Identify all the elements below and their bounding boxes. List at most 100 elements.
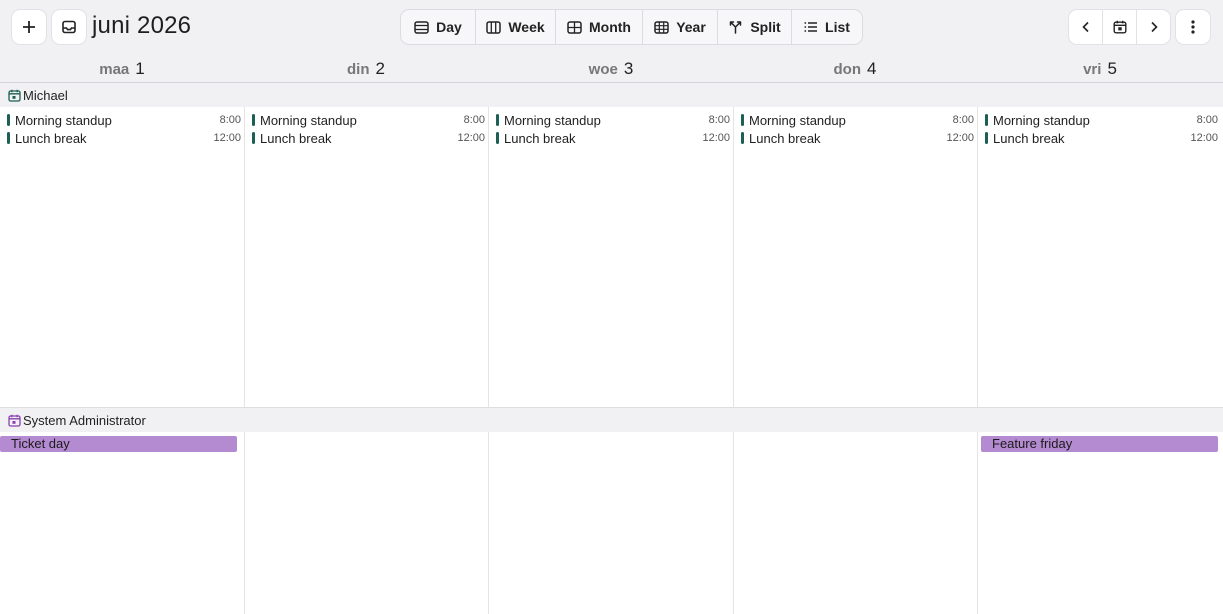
tab-day[interactable]: Day <box>401 10 476 44</box>
event-time: 12:00 <box>213 132 241 144</box>
day-column[interactable] <box>978 107 1223 407</box>
calendar-body: Ticket day Feature friday <box>0 432 1223 614</box>
event-time: 8:00 <box>952 114 974 126</box>
event-item[interactable]: Lunch break 12:00 <box>252 130 485 146</box>
event-color-bar <box>741 114 744 126</box>
event-time: 12:00 <box>946 132 974 144</box>
calendar-header: Michael <box>0 83 1223 107</box>
event-title: Morning standup <box>260 112 357 128</box>
day-header[interactable]: woe 3 <box>489 59 733 79</box>
day-number: 4 <box>867 59 877 78</box>
day-column[interactable] <box>245 107 489 407</box>
event-title: Lunch break <box>993 130 1065 146</box>
add-event-button[interactable] <box>12 10 46 44</box>
tab-year[interactable]: Year <box>643 10 718 44</box>
event-title: Lunch break <box>15 130 87 146</box>
inbox-icon <box>62 20 76 34</box>
event-color-bar <box>496 132 499 144</box>
event-time: 8:00 <box>463 114 485 126</box>
event-item[interactable]: Morning standup 8:00 <box>496 112 730 128</box>
calendar-icon <box>8 414 21 427</box>
event-item[interactable]: Lunch break 12:00 <box>7 130 241 146</box>
day-column[interactable] <box>489 107 734 407</box>
split-view-icon <box>730 21 742 34</box>
calendar-name: Michael <box>23 87 68 103</box>
tab-split[interactable]: Split <box>718 10 792 44</box>
day-number: 2 <box>375 59 385 78</box>
day-number: 3 <box>623 59 634 78</box>
list-view-icon <box>804 22 818 32</box>
day-column[interactable] <box>0 107 245 407</box>
week-view-icon <box>486 20 502 34</box>
event-item[interactable]: Morning standup 8:00 <box>252 112 485 128</box>
event-color-bar <box>252 114 255 126</box>
next-button[interactable] <box>1137 10 1170 44</box>
event-title: Lunch break <box>749 130 821 146</box>
more-options-button[interactable] <box>1176 10 1210 44</box>
day-header[interactable]: vri 5 <box>978 59 1222 79</box>
weekday-label: maa <box>99 61 130 78</box>
event-time: 8:00 <box>219 114 241 126</box>
tab-week[interactable]: Week <box>476 10 556 44</box>
today-button[interactable] <box>1103 10 1137 44</box>
event-title: Lunch break <box>504 130 576 146</box>
tab-split-label: Split <box>750 19 781 35</box>
event-color-bar <box>741 132 744 144</box>
tab-list[interactable]: List <box>792 10 862 44</box>
day-header[interactable]: din 2 <box>244 59 488 79</box>
day-column[interactable] <box>245 432 489 614</box>
calendar-name: System Administrator <box>23 412 146 428</box>
previous-button[interactable] <box>1069 10 1103 44</box>
tab-month-label: Month <box>589 19 631 35</box>
event-item[interactable]: Morning standup 8:00 <box>7 112 241 128</box>
date-navigation <box>1069 10 1170 44</box>
day-column[interactable] <box>734 107 978 407</box>
tab-day-label: Day <box>436 19 462 35</box>
event-time: 8:00 <box>708 114 730 126</box>
day-number: 1 <box>135 59 145 78</box>
event-time: 12:00 <box>1190 132 1218 144</box>
calendar-icon <box>8 89 21 102</box>
view-switcher: Day Week Month Year Split List <box>401 10 862 44</box>
day-view-icon <box>414 20 429 34</box>
day-column[interactable] <box>489 432 734 614</box>
month-view-icon <box>567 20 582 34</box>
calendar-header: System Administrator <box>0 408 1223 432</box>
day-header[interactable]: don 4 <box>733 59 977 79</box>
event-color-bar <box>985 114 988 126</box>
allday-event[interactable]: Ticket day <box>0 436 237 452</box>
tab-month[interactable]: Month <box>556 10 643 44</box>
event-color-bar <box>7 114 10 126</box>
event-item[interactable]: Lunch break 12:00 <box>741 130 974 146</box>
event-item[interactable]: Lunch break 12:00 <box>496 130 730 146</box>
inbox-button[interactable] <box>52 10 86 44</box>
weekday-label: din <box>347 61 370 78</box>
event-time: 12:00 <box>457 132 485 144</box>
tab-list-label: List <box>825 19 850 35</box>
calendar-today-icon <box>1113 20 1127 34</box>
day-number: 5 <box>1107 59 1117 78</box>
calendar-body: Morning standup 8:00 Lunch break 12:00 Mor… <box>0 107 1223 407</box>
day-header[interactable]: maa 1 <box>0 59 244 79</box>
event-time: 12:00 <box>702 132 730 144</box>
event-item[interactable]: Lunch break 12:00 <box>985 130 1218 146</box>
allday-event[interactable]: Feature friday <box>981 436 1218 452</box>
event-color-bar <box>7 132 10 144</box>
event-item[interactable]: Morning standup 8:00 <box>985 112 1218 128</box>
day-column[interactable] <box>978 432 1223 614</box>
chevron-right-icon <box>1150 21 1158 33</box>
event-item[interactable]: Morning standup 8:00 <box>741 112 974 128</box>
day-header-row: maa 1 din 2 woe 3 don 4 vri 5 <box>0 56 1223 83</box>
chevron-left-icon <box>1081 21 1089 33</box>
day-column[interactable] <box>0 432 245 614</box>
event-color-bar <box>496 114 499 126</box>
event-title: Morning standup <box>504 112 601 128</box>
tab-year-label: Year <box>676 19 706 35</box>
event-title: Morning standup <box>15 112 112 128</box>
plus-icon <box>23 21 35 33</box>
calendar-section-system-administrator: System Administrator Ticket day Feature … <box>0 407 1223 614</box>
day-column[interactable] <box>734 432 978 614</box>
event-title: Lunch break <box>260 130 332 146</box>
more-vertical-icon <box>1191 20 1195 34</box>
tab-week-label: Week <box>508 19 545 35</box>
